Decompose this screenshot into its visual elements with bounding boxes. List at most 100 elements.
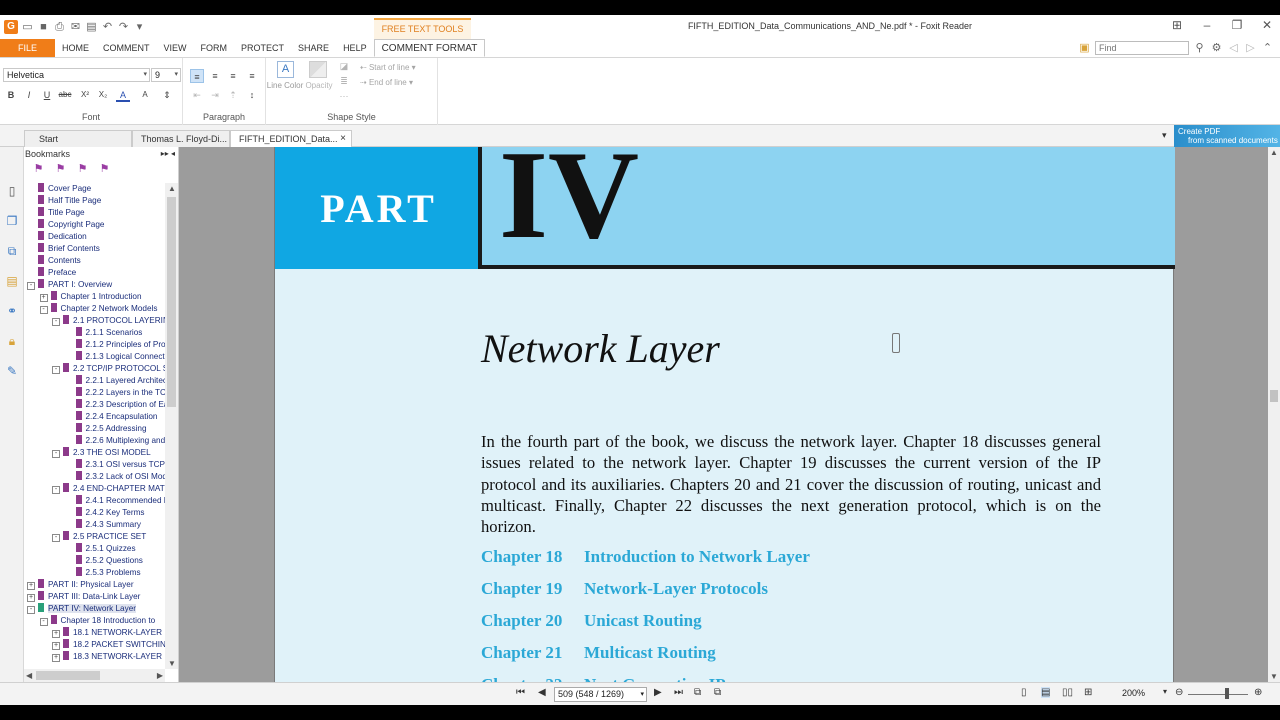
single-page-icon[interactable]: ▯ xyxy=(1021,687,1027,698)
maximize-button[interactable]: ❐ xyxy=(1230,18,1244,32)
tab-floyd-document[interactable]: Thomas L. Floyd-Di... xyxy=(132,130,230,147)
add-bookmark-icon[interactable]: ⚑ xyxy=(53,162,68,177)
next-page-icon[interactable]: ▶ xyxy=(654,687,662,698)
collapse-ribbon-icon[interactable]: ⌃ xyxy=(1261,42,1274,55)
font-size-select[interactable]: 9 ▾ xyxy=(151,68,181,82)
bookmark-item[interactable]: Half Title Page xyxy=(27,195,101,207)
bookmark-item[interactable]: Dedication xyxy=(27,231,87,243)
security-lock-icon[interactable]: 🔒︎ xyxy=(4,333,20,349)
minimize-button[interactable]: – xyxy=(1200,18,1214,32)
page-thumbnails-icon[interactable]: ❐ xyxy=(4,213,20,229)
indent-increase-icon[interactable]: ⇥ xyxy=(208,88,222,102)
indent-decrease-icon[interactable]: ⇤ xyxy=(190,88,204,102)
collapse-icon[interactable]: - xyxy=(52,534,60,542)
collapse-icon[interactable]: - xyxy=(52,486,60,494)
continuous-page-icon[interactable]: ▤ xyxy=(1041,687,1051,698)
menu-help[interactable]: HELP xyxy=(336,39,374,57)
spacing-before-icon[interactable]: ⇡ xyxy=(226,88,240,102)
search-icon[interactable]: ⚲ xyxy=(1193,42,1206,55)
bookmark-item[interactable]: - 2.1 PROTOCOL LAYERING xyxy=(52,315,165,327)
collapse-icon[interactable]: - xyxy=(39,618,48,626)
bookmark-item[interactable]: Copyright Page xyxy=(27,219,104,231)
bookmark-item[interactable]: + Chapter 1 Introduction xyxy=(39,291,142,303)
panel-controls[interactable]: ▸▸ ◂ xyxy=(161,147,175,161)
bookmark-item[interactable]: 2.5.1 Quizzes xyxy=(65,543,136,555)
expand-icon[interactable]: + xyxy=(27,582,35,590)
create-pdf-promo-banner[interactable]: Create PDF from scanned documents xyxy=(1174,125,1280,147)
collapse-icon[interactable]: - xyxy=(52,318,60,326)
close-button[interactable]: ✕ xyxy=(1260,18,1274,32)
previous-arrow-icon[interactable]: ◁ xyxy=(1227,42,1240,55)
bookmark-item[interactable]: 2.2.2 Layers in the TCP xyxy=(65,387,165,399)
bookmarks-hscroll-thumb[interactable] xyxy=(36,671,100,680)
email-icon[interactable]: ✉ xyxy=(69,21,82,34)
zoom-in-icon[interactable]: ⊕ xyxy=(1254,687,1262,698)
menu-protect[interactable]: PROTECT xyxy=(234,39,291,57)
text-spacing-icon[interactable]: ⇕ xyxy=(160,88,174,102)
line-style-icon[interactable]: ⋯ xyxy=(337,89,351,103)
subscript-button[interactable]: X₂ xyxy=(96,88,110,102)
line-spacing-icon[interactable]: ↕ xyxy=(245,88,259,102)
move-bookmark-icon[interactable]: ⚑ xyxy=(75,162,90,177)
find-input[interactable] xyxy=(1095,41,1189,55)
bookmark-item[interactable]: + PART II: Physical Layer xyxy=(27,579,134,591)
fill-color-icon[interactable]: ◪ xyxy=(337,59,351,73)
scroll-up-icon[interactable]: ▲ xyxy=(168,184,176,193)
bookmark-item[interactable]: Title Page xyxy=(27,207,85,219)
menu-comment[interactable]: COMMENT xyxy=(96,39,157,57)
bookmark-item[interactable]: 2.1.3 Logical Connections xyxy=(65,351,165,363)
expand-icon[interactable]: + xyxy=(52,654,60,662)
bookmark-item[interactable]: 2.4.2 Key Terms xyxy=(65,507,145,519)
previous-view-icon[interactable]: ⧉ xyxy=(694,687,701,698)
align-left-icon[interactable]: ≡ xyxy=(190,69,204,83)
comments-icon[interactable]: ▤ xyxy=(4,273,20,289)
attachments-icon[interactable]: ⚭ xyxy=(4,303,20,319)
scroll-down-icon[interactable]: ▼ xyxy=(168,659,176,668)
bookmark-item[interactable]: - PART I: Overview xyxy=(27,279,112,291)
zoom-dropdown-icon[interactable]: ▾ xyxy=(1163,687,1167,696)
scroll-left-icon[interactable]: ◀ xyxy=(26,671,32,680)
print-icon[interactable]: ⎙ xyxy=(53,21,66,34)
menu-comment-format[interactable]: COMMENT FORMAT xyxy=(373,39,486,57)
collapse-icon[interactable]: - xyxy=(39,306,48,314)
redo-icon[interactable]: ↷ xyxy=(117,21,130,34)
bookmark-item[interactable]: - PART IV: Network Layer xyxy=(27,603,136,615)
doc-scroll-up-icon[interactable]: ▲ xyxy=(1270,148,1278,157)
bookmark-item[interactable]: 2.2.5 Addressing xyxy=(65,423,147,435)
bookmark-item[interactable]: 2.3.2 Lack of OSI Model xyxy=(65,471,165,483)
expand-bookmark-icon[interactable]: ⚑ xyxy=(31,162,46,177)
bookmark-item[interactable]: Preface xyxy=(27,267,76,279)
customize-toolbar-icon[interactable]: ▾ xyxy=(133,21,146,34)
bookmark-item[interactable]: - 2.5 PRACTICE SET xyxy=(52,531,146,543)
close-tab-icon[interactable]: × xyxy=(340,131,346,147)
chapter-link[interactable]: Chapter 20 Unicast Routing xyxy=(481,611,702,631)
next-arrow-icon[interactable]: ▷ xyxy=(1244,42,1257,55)
expand-icon[interactable]: + xyxy=(52,642,60,650)
bookmark-item[interactable]: +18.3 NETWORK-LAYER xyxy=(52,651,162,663)
expand-icon[interactable]: + xyxy=(27,594,35,602)
bookmark-item[interactable]: 2.1.1 Scenarios xyxy=(65,327,142,339)
zoom-out-icon[interactable]: ⊖ xyxy=(1175,687,1183,698)
tab-list-dropdown-icon[interactable]: ▾ xyxy=(1162,130,1167,141)
bookmark-item[interactable]: 2.5.3 Problems xyxy=(65,567,141,579)
save-icon[interactable]: ■ xyxy=(37,21,50,34)
menu-share[interactable]: SHARE xyxy=(291,39,336,57)
collapse-icon[interactable]: - xyxy=(27,606,35,614)
line-color-icon[interactable]: A xyxy=(277,61,294,78)
bookmark-item[interactable]: - 2.4 END-CHAPTER MATERIALS xyxy=(52,483,165,495)
expand-icon[interactable]: + xyxy=(39,294,48,302)
collapse-icon[interactable]: - xyxy=(52,450,60,458)
font-family-select[interactable]: Helvetica ▾ xyxy=(3,68,150,82)
facing-pages-icon[interactable]: ▯▯ xyxy=(1062,687,1073,698)
font-color-button[interactable]: A xyxy=(116,88,130,102)
bookmark-item[interactable]: 2.2.4 Encapsulation xyxy=(65,411,157,423)
undo-icon[interactable]: ↶ xyxy=(101,21,114,34)
italic-button[interactable]: I xyxy=(22,88,36,102)
bookmarks-vertical-scrollbar[interactable]: ▲ ▼ xyxy=(165,183,178,669)
bookmark-item[interactable]: 2.3.1 OSI versus TCP/IP xyxy=(65,459,165,471)
bookmark-item[interactable]: - Chapter 2 Network Models xyxy=(39,303,157,315)
new-document-icon[interactable]: ▤ xyxy=(85,21,98,34)
tab-fifth-edition[interactable]: FIFTH_EDITION_Data... × xyxy=(230,130,352,147)
bookmarks-panel-icon[interactable]: ▯ xyxy=(4,183,20,199)
collapse-icon[interactable]: - xyxy=(27,282,35,290)
